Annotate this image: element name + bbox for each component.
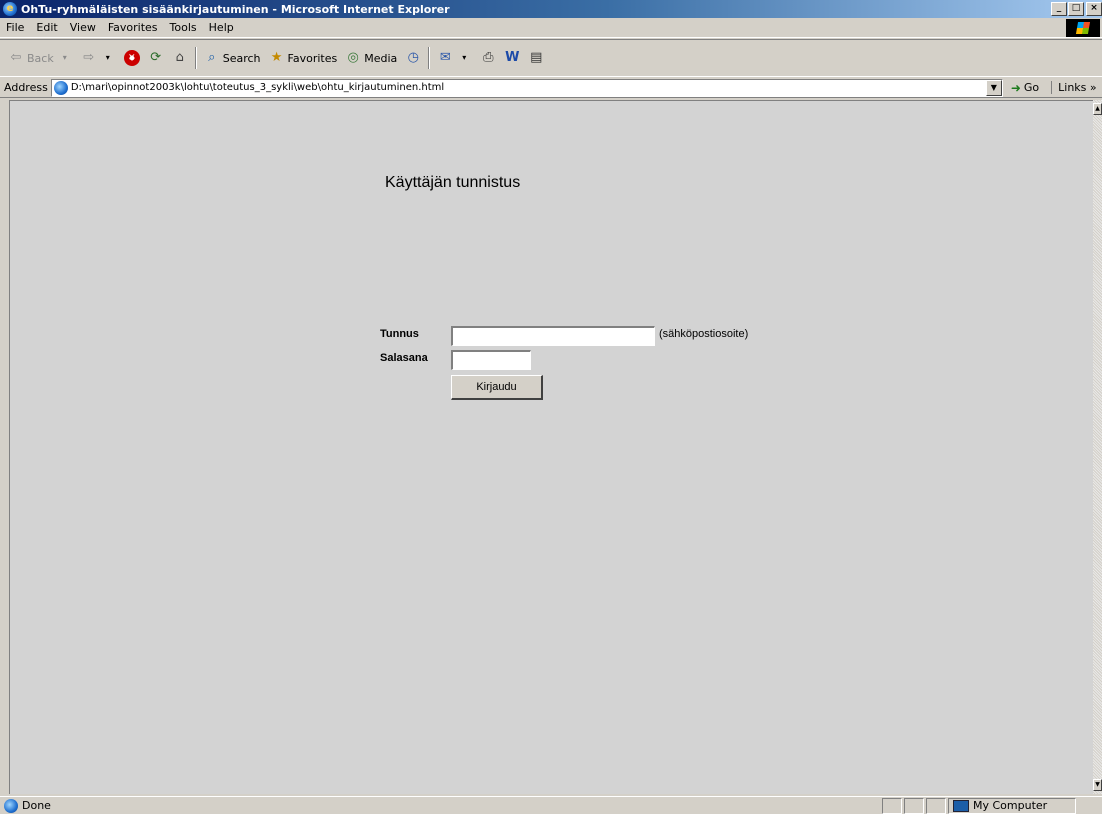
back-button[interactable]: ⇦ Back ▾ xyxy=(4,50,77,66)
zone-label: My Computer xyxy=(973,799,1048,812)
home-button[interactable]: ⌂ xyxy=(168,50,192,66)
address-dropdown-button[interactable]: ▼ xyxy=(985,79,1002,96)
word-button[interactable]: W xyxy=(500,50,524,66)
go-arrow-icon: ➜ xyxy=(1010,80,1021,95)
address-input[interactable]: D:\mari\opinnot2003k\lohtu\toteutus_3_sy… xyxy=(50,78,1003,97)
scroll-down-button[interactable]: ▼ xyxy=(1093,779,1102,791)
password-input[interactable] xyxy=(451,350,531,370)
login-button[interactable]: Kirjaudu xyxy=(451,375,543,400)
home-icon: ⌂ xyxy=(175,50,184,65)
mail-button[interactable]: ✉ ▾ xyxy=(433,50,476,66)
username-input[interactable] xyxy=(451,326,655,346)
maximize-button[interactable]: □ xyxy=(1068,2,1084,16)
page-icon xyxy=(53,80,68,95)
status-cell xyxy=(882,797,902,814)
history-button[interactable]: ◷ xyxy=(401,50,425,66)
page-viewport: Käyttäjän tunnistus Tunnus (sähköpostios… xyxy=(9,100,1095,794)
page-title: Käyttäjän tunnistus xyxy=(385,174,521,191)
stop-button[interactable]: ✕ xyxy=(120,50,144,66)
edit-button[interactable]: ▤ xyxy=(524,50,548,66)
vertical-scrollbar[interactable]: ▲ ▼ xyxy=(1093,100,1102,794)
links-button[interactable]: Links » xyxy=(1051,81,1097,94)
refresh-icon: ⟳ xyxy=(150,50,162,65)
chevron-down-icon[interactable]: ▾ xyxy=(456,50,472,66)
search-button[interactable]: ⌕ Search xyxy=(200,50,265,66)
history-icon: ◷ xyxy=(407,50,419,65)
go-button[interactable]: ➜ Go xyxy=(1011,81,1039,95)
page-done-icon xyxy=(4,798,18,813)
media-icon: ◎ xyxy=(347,50,359,65)
favorites-button[interactable]: ★ Favorites xyxy=(265,50,342,66)
username-hint: (sähköpostiosoite) xyxy=(659,328,749,340)
menu-file[interactable]: File xyxy=(0,21,30,34)
forward-button[interactable]: ⇨ ▾ xyxy=(77,50,120,66)
windows-logo-icon xyxy=(1066,19,1100,37)
chevron-down-icon[interactable]: ▾ xyxy=(100,50,116,66)
back-arrow-icon: ⇦ xyxy=(10,50,22,65)
menu-tools[interactable]: Tools xyxy=(164,21,203,34)
status-text-area: Done xyxy=(0,798,880,813)
toolbar-separator xyxy=(194,47,197,69)
toolbar-separator xyxy=(428,47,431,69)
status-cell xyxy=(926,797,946,814)
favorites-star-icon: ★ xyxy=(270,50,283,65)
status-cell xyxy=(904,797,924,814)
word-icon: W xyxy=(505,50,520,65)
chevron-down-icon[interactable]: ▾ xyxy=(57,50,73,66)
notepad-icon: ▤ xyxy=(530,50,543,65)
menu-view[interactable]: View xyxy=(64,21,102,34)
window-title: OhTu-ryhmäläisten sisäänkirjautuminen - … xyxy=(21,2,450,16)
status-bar: Done My Computer xyxy=(0,796,1102,814)
username-label: Tunnus xyxy=(380,328,419,340)
my-computer-icon xyxy=(953,799,969,812)
favorites-label: Favorites xyxy=(287,51,338,65)
address-url: D:\mari\opinnot2003k\lohtu\toteutus_3_sy… xyxy=(70,82,445,93)
password-label: Salasana xyxy=(380,352,428,364)
internet-explorer-icon: e xyxy=(3,2,17,16)
media-label: Media xyxy=(364,51,398,65)
print-button[interactable]: ⎙ xyxy=(476,50,500,66)
media-button[interactable]: ◎ Media xyxy=(341,50,401,66)
address-label: Address xyxy=(4,81,48,94)
address-bar: Address D:\mari\opinnot2003k\lohtu\toteu… xyxy=(0,78,1102,98)
status-text: Done xyxy=(22,799,51,812)
refresh-button[interactable]: ⟳ xyxy=(144,50,168,66)
menu-help[interactable]: Help xyxy=(203,21,240,34)
stop-icon: ✕ xyxy=(123,50,140,66)
browser-window: e OhTu-ryhmäläisten sisäänkirjautuminen … xyxy=(0,0,1102,814)
search-label: Search xyxy=(222,51,261,65)
back-label: Back xyxy=(27,51,54,65)
menu-edit[interactable]: Edit xyxy=(30,21,63,34)
close-button[interactable]: × xyxy=(1086,2,1102,16)
menu-favorites[interactable]: Favorites xyxy=(102,21,164,34)
caption-buttons: _ □ × xyxy=(1050,2,1102,16)
go-label: Go xyxy=(1023,81,1040,94)
search-icon: ⌕ xyxy=(208,50,216,65)
security-zone: My Computer xyxy=(948,797,1076,814)
printer-icon: ⎙ xyxy=(483,50,494,65)
scroll-up-button[interactable]: ▲ xyxy=(1093,103,1102,115)
menu-bar: File Edit View Favorites Tools Help xyxy=(0,18,1102,38)
mail-icon: ✉ xyxy=(439,50,451,65)
standard-toolbar: ⇦ Back ▾ ⇨ ▾ ✕ ⟳ ⌂ ⌕ Search ★ Favorites … xyxy=(0,39,1102,77)
minimize-button[interactable]: _ xyxy=(1051,2,1067,16)
forward-arrow-icon: ⇨ xyxy=(83,50,95,65)
title-bar[interactable]: e OhTu-ryhmäläisten sisäänkirjautuminen … xyxy=(0,0,1102,18)
